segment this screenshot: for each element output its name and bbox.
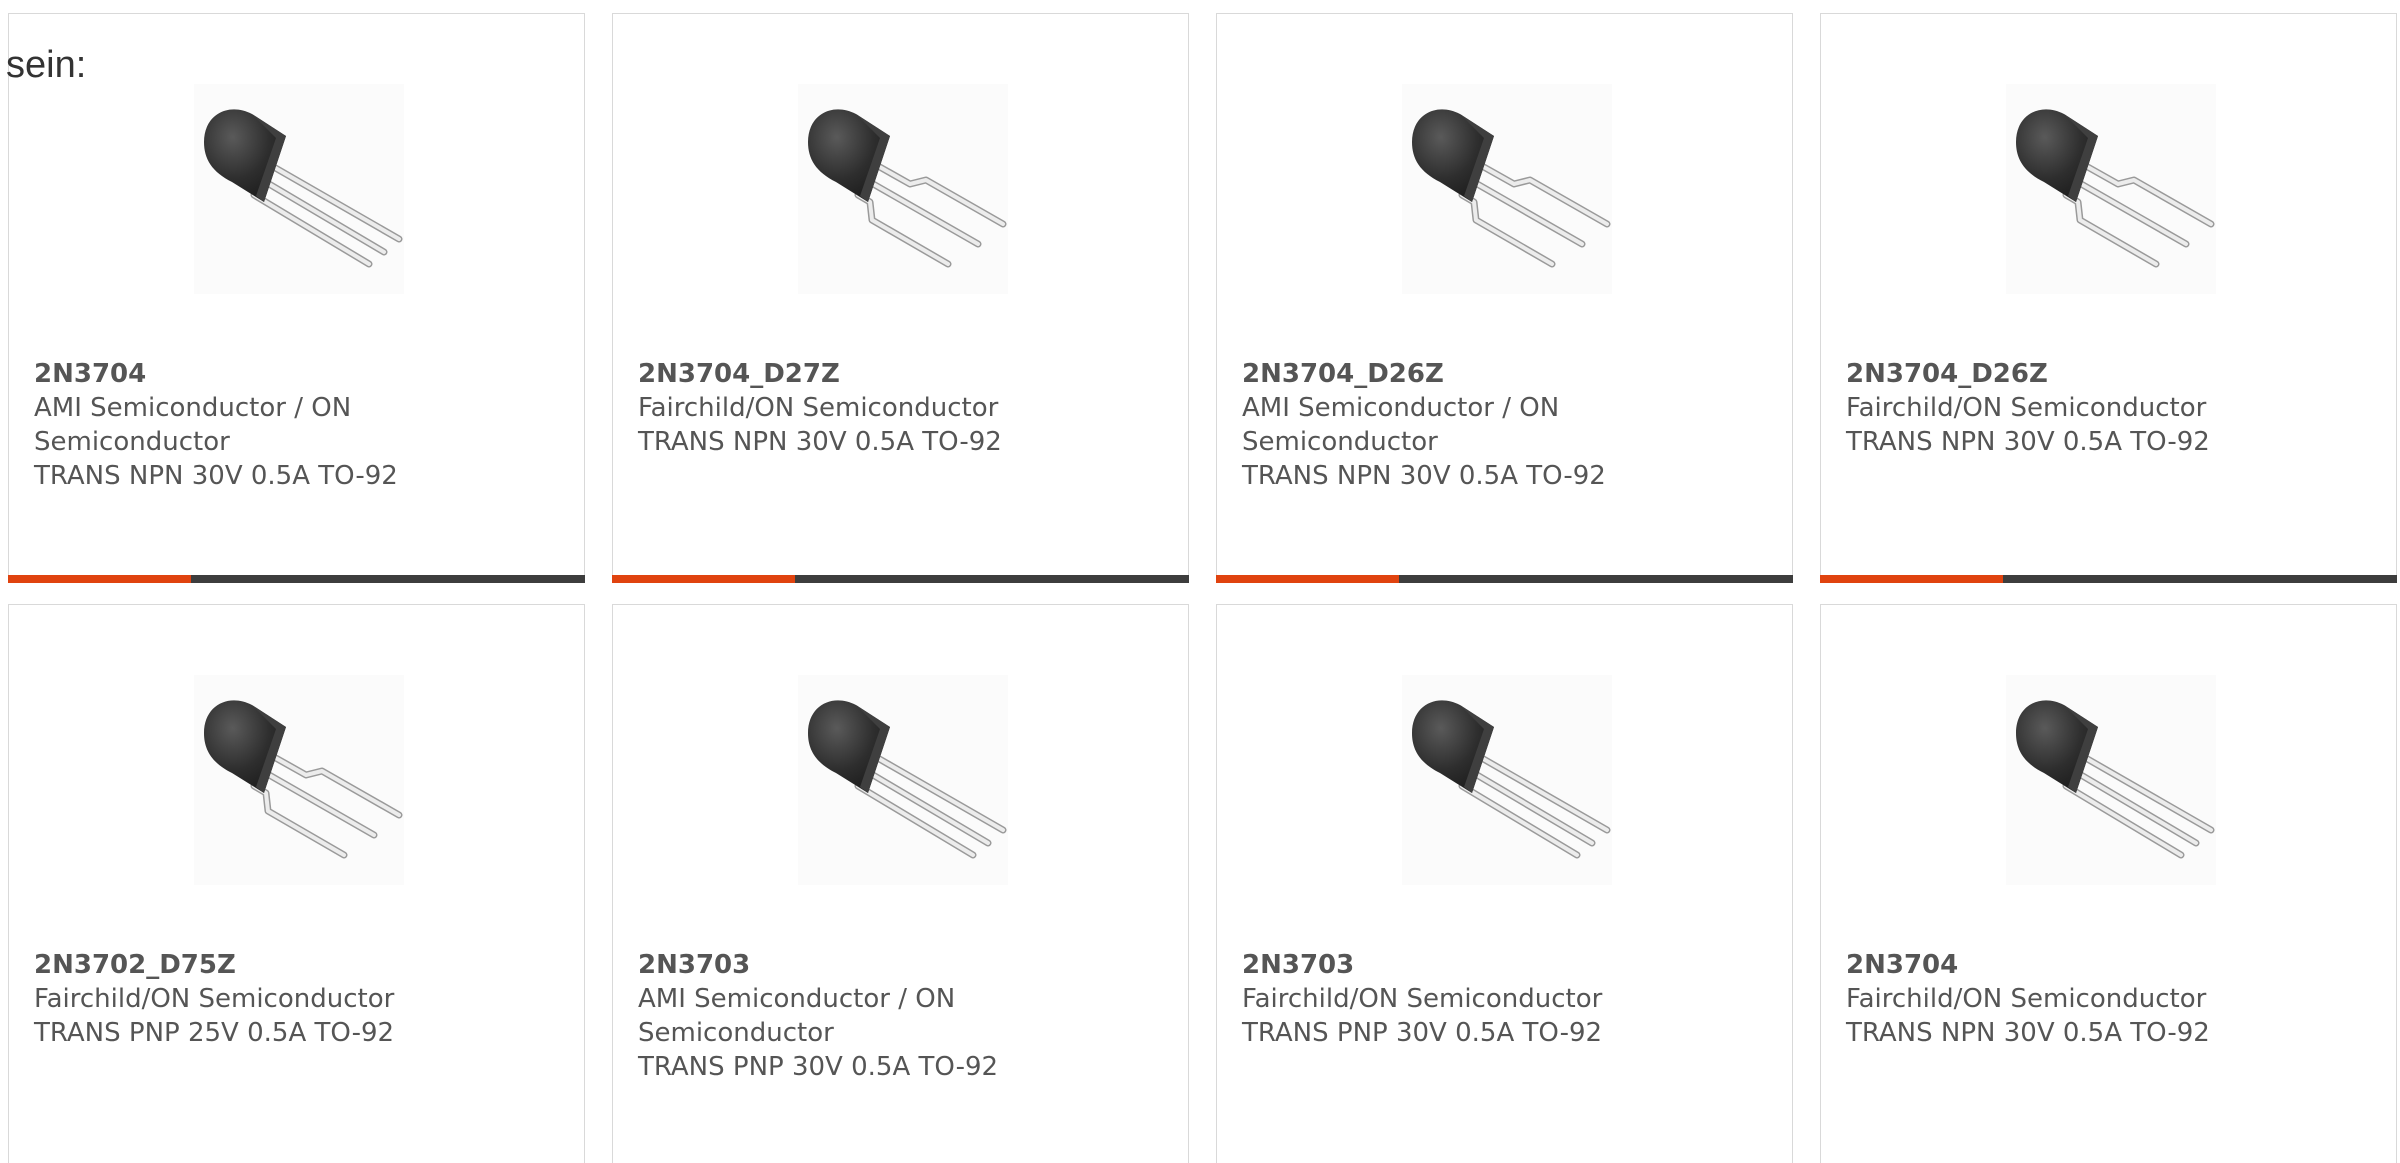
transistor-image[interactable] bbox=[798, 675, 1008, 885]
manufacturer-name: Fairchild/ON Semiconductor bbox=[34, 984, 395, 1014]
product-card[interactable]: 2N3703 Fairchild/ON Semiconductor TRANS … bbox=[1216, 604, 1793, 1163]
part-number[interactable]: 2N3704 bbox=[34, 357, 454, 391]
transistor-image[interactable] bbox=[194, 675, 404, 885]
part-number[interactable]: 2N3704_D26Z bbox=[1242, 357, 1662, 391]
product-card[interactable]: 2N3704_D26Z Fairchild/ON Semiconductor T… bbox=[1820, 13, 2397, 583]
card-accent-bar bbox=[1216, 575, 1793, 583]
manufacturer-name: Fairchild/ON Semiconductor bbox=[1242, 984, 1603, 1014]
accent-segment bbox=[1216, 575, 1399, 583]
manufacturer-name: AMI Semiconductor / ON Semiconductor bbox=[34, 393, 352, 457]
product-description: TRANS NPN 30V 0.5A TO-92 bbox=[1242, 461, 1606, 491]
transistor-image[interactable] bbox=[1402, 84, 1612, 294]
card-accent-bar bbox=[8, 575, 585, 583]
part-number[interactable]: 2N3704_D26Z bbox=[1846, 357, 2266, 391]
accent-segment bbox=[8, 575, 191, 583]
intro-text: sein: bbox=[6, 44, 87, 86]
part-number[interactable]: 2N3703 bbox=[1242, 948, 1662, 982]
transistor-image[interactable] bbox=[2006, 84, 2216, 294]
manufacturer-name: AMI Semiconductor / ON Semiconductor bbox=[1242, 393, 1560, 457]
part-number[interactable]: 2N3703 bbox=[638, 948, 1058, 982]
accent-segment bbox=[612, 575, 795, 583]
product-info: 2N3703 AMI Semiconductor / ON Semiconduc… bbox=[638, 948, 1058, 1084]
product-description: TRANS NPN 30V 0.5A TO-92 bbox=[1846, 427, 2210, 457]
product-info: 2N3704 Fairchild/ON Semiconductor TRANS … bbox=[1846, 948, 2266, 1050]
manufacturer-name: Fairchild/ON Semiconductor bbox=[1846, 393, 2207, 423]
product-description: TRANS NPN 30V 0.5A TO-92 bbox=[1846, 1018, 2210, 1048]
product-card[interactable]: 2N3704 AMI Semiconductor / ON Semiconduc… bbox=[8, 13, 585, 583]
part-number[interactable]: 2N3702_D75Z bbox=[34, 948, 454, 982]
transistor-image[interactable] bbox=[798, 84, 1008, 294]
product-grid-page: sein: 2N3704 AMI Semiconductor / ON Semi… bbox=[0, 0, 2400, 1163]
product-info: 2N3704_D27Z Fairchild/ON Semiconductor T… bbox=[638, 357, 1058, 459]
product-card[interactable]: 2N3704_D26Z AMI Semiconductor / ON Semic… bbox=[1216, 13, 1793, 583]
manufacturer-name: Fairchild/ON Semiconductor bbox=[1846, 984, 2207, 1014]
product-card[interactable]: 2N3704 Fairchild/ON Semiconductor TRANS … bbox=[1820, 604, 2397, 1163]
product-card[interactable]: 2N3702_D75Z Fairchild/ON Semiconductor T… bbox=[8, 604, 585, 1163]
product-info: 2N3703 Fairchild/ON Semiconductor TRANS … bbox=[1242, 948, 1662, 1050]
part-number[interactable]: 2N3704_D27Z bbox=[638, 357, 1058, 391]
product-card[interactable]: 2N3703 AMI Semiconductor / ON Semiconduc… bbox=[612, 604, 1189, 1163]
product-info: 2N3704 AMI Semiconductor / ON Semiconduc… bbox=[34, 357, 454, 493]
transistor-image[interactable] bbox=[194, 84, 404, 294]
product-description: TRANS NPN 30V 0.5A TO-92 bbox=[638, 427, 1002, 457]
product-info: 2N3704_D26Z AMI Semiconductor / ON Semic… bbox=[1242, 357, 1662, 493]
part-number[interactable]: 2N3704 bbox=[1846, 948, 2266, 982]
transistor-image[interactable] bbox=[1402, 675, 1612, 885]
product-info: 2N3704_D26Z Fairchild/ON Semiconductor T… bbox=[1846, 357, 2266, 459]
product-description: TRANS PNP 30V 0.5A TO-92 bbox=[638, 1052, 999, 1082]
product-info: 2N3702_D75Z Fairchild/ON Semiconductor T… bbox=[34, 948, 454, 1050]
transistor-image[interactable] bbox=[2006, 675, 2216, 885]
card-accent-bar bbox=[612, 575, 1189, 583]
product-card[interactable]: 2N3704_D27Z Fairchild/ON Semiconductor T… bbox=[612, 13, 1189, 583]
product-description: TRANS PNP 25V 0.5A TO-92 bbox=[34, 1018, 395, 1048]
manufacturer-name: AMI Semiconductor / ON Semiconductor bbox=[638, 984, 956, 1048]
product-description: TRANS PNP 30V 0.5A TO-92 bbox=[1242, 1018, 1603, 1048]
accent-segment bbox=[1820, 575, 2003, 583]
manufacturer-name: Fairchild/ON Semiconductor bbox=[638, 393, 999, 423]
product-description: TRANS NPN 30V 0.5A TO-92 bbox=[34, 461, 398, 491]
card-accent-bar bbox=[1820, 575, 2397, 583]
